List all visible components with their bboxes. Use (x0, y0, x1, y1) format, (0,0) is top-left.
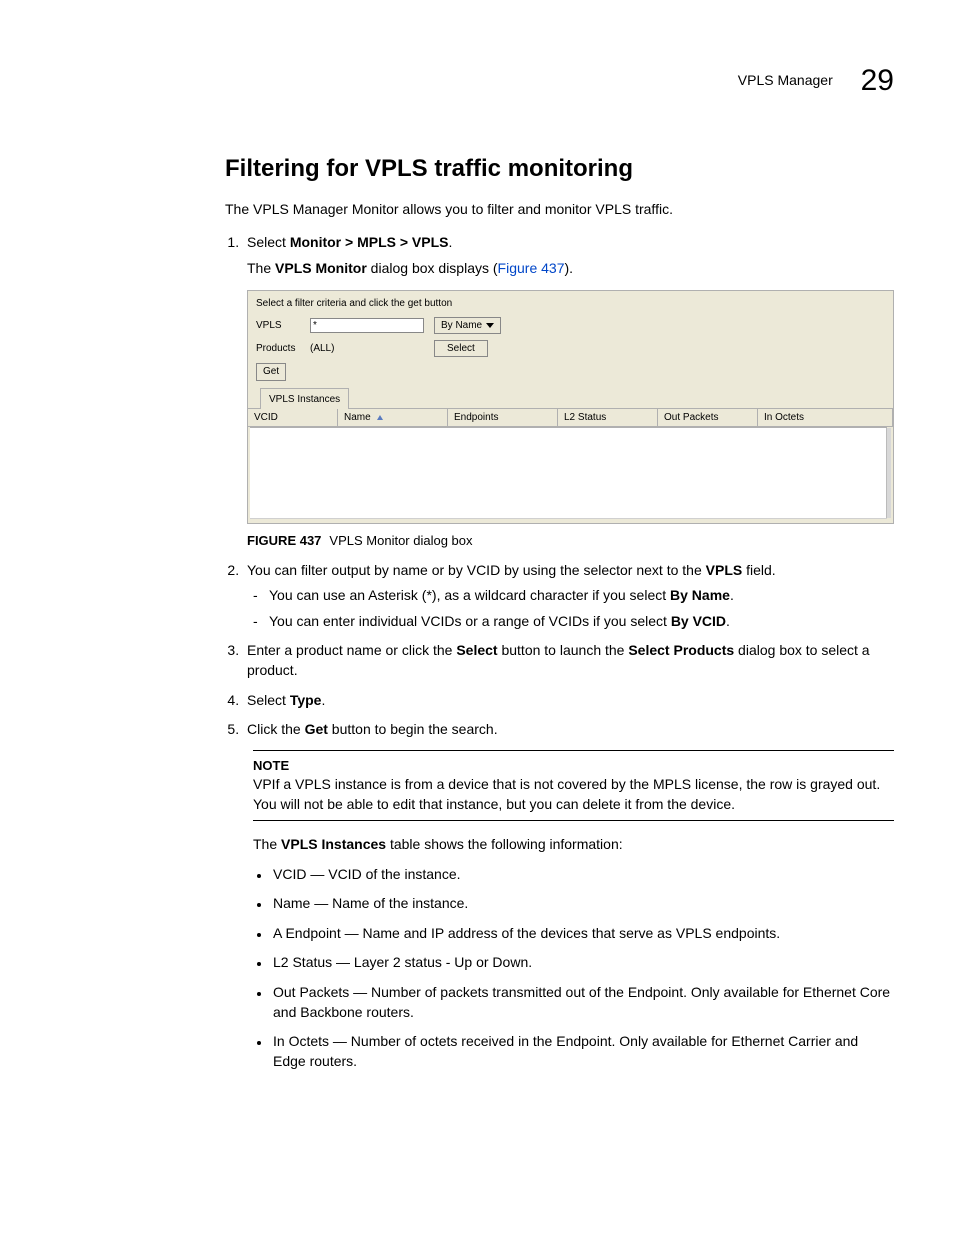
step2-dash-1: You can use an Asterisk (*), as a wildca… (247, 586, 894, 606)
vpls-input[interactable]: * (310, 318, 424, 333)
step2-d1c: . (730, 587, 734, 603)
step-5: Click the Get button to begin the search… (243, 720, 894, 740)
step3-b: Select (456, 642, 497, 658)
step1-lead: Select (247, 234, 290, 250)
followup-a: The (253, 836, 281, 852)
followup-b: VPLS Instances (281, 836, 386, 852)
figure-caption-text: VPLS Monitor dialog box (329, 533, 472, 548)
steps-list: Select Monitor > MPLS > VPLS. The VPLS M… (243, 233, 894, 740)
bullet-l2-status: L2 Status — Layer 2 status - Up or Down. (271, 953, 894, 973)
chapter-number: 29 (861, 64, 894, 97)
note-label: NOTE (253, 757, 894, 775)
step4-c: . (321, 692, 325, 708)
section-title: Filtering for VPLS traffic monitoring (225, 152, 894, 186)
step5-b: Get (305, 721, 328, 737)
col-out-packets[interactable]: Out Packets (658, 409, 758, 427)
step-2: You can filter output by name or by VCID… (243, 561, 894, 632)
step2-d1a: You can use an Asterisk (*), as a wildca… (269, 587, 670, 603)
step1-sub-a: The (247, 260, 275, 276)
step2-b: VPLS (706, 562, 743, 578)
products-value: (ALL) (310, 342, 424, 356)
grid-body (250, 427, 887, 519)
step1-menu-path: Monitor > MPLS > VPLS (290, 234, 449, 250)
step4-b: Type (290, 692, 322, 708)
step2-a: You can filter output by name or by VCID… (247, 562, 706, 578)
figure-number: FIGURE 437 (247, 533, 321, 548)
col-name[interactable]: Name (338, 409, 448, 427)
intro-text: The VPLS Manager Monitor allows you to f… (225, 200, 894, 220)
figure-link[interactable]: Figure 437 (498, 260, 565, 276)
by-name-dropdown[interactable]: By Name (434, 317, 501, 334)
vpls-label: VPLS (256, 319, 310, 333)
col-in-octets[interactable]: In Octets (758, 409, 893, 427)
products-label: Products (256, 342, 310, 356)
step1-sub-d: ). (564, 260, 573, 276)
step1-sub-c: dialog box displays ( (367, 260, 498, 276)
step2-d2b: By VCID (671, 613, 726, 629)
bullet-name: Name — Name of the instance. (271, 894, 894, 914)
note-block: NOTE VPIf a VPLS instance is from a devi… (253, 750, 894, 821)
step5-c: button to begin the search. (328, 721, 498, 737)
sort-asc-icon (377, 415, 383, 420)
step2-d1b: By Name (670, 587, 730, 603)
step3-c: button to launch the (498, 642, 629, 658)
select-button[interactable]: Select (434, 340, 488, 357)
step1-sub: The VPLS Monitor dialog box displays (Fi… (247, 259, 894, 279)
step1-trail: . (449, 234, 453, 250)
figure-437: Select a filter criteria and click the g… (247, 290, 894, 550)
by-name-label: By Name (441, 318, 482, 333)
info-bullets: VCID — VCID of the instance. Name — Name… (271, 865, 894, 1072)
step-4: Select Type. (243, 691, 894, 711)
followup-text: The VPLS Instances table shows the follo… (253, 835, 894, 855)
col-vcid[interactable]: VCID (248, 409, 338, 427)
step3-d: Select Products (628, 642, 734, 658)
step2-d2a: You can enter individual VCIDs or a rang… (269, 613, 671, 629)
page: VPLS Manager 29 Filtering for VPLS traff… (0, 0, 954, 1235)
step-3: Enter a product name or click the Select… (243, 641, 894, 680)
grid-header: VCID Name Endpoints L2 Status Out Packet… (248, 409, 893, 427)
vpls-monitor-dialog: Select a filter criteria and click the g… (247, 290, 894, 524)
chevron-down-icon (486, 323, 494, 328)
note-body: VPIf a VPLS instance is from a device th… (253, 775, 894, 814)
step5-a: Click the (247, 721, 305, 737)
step2-d2c: . (726, 613, 730, 629)
dialog-hint: Select a filter criteria and click the g… (256, 297, 885, 311)
figure-caption: FIGURE 437 VPLS Monitor dialog box (247, 532, 894, 550)
col-endpoints[interactable]: Endpoints (448, 409, 558, 427)
vpls-instances-tab[interactable]: VPLS Instances (260, 388, 349, 409)
col-name-label: Name (344, 412, 371, 423)
bullet-vcid: VCID — VCID of the instance. (271, 865, 894, 885)
step4-a: Select (247, 692, 290, 708)
step2-c: field. (742, 562, 775, 578)
page-header: VPLS Manager 29 (225, 60, 894, 102)
step-1: Select Monitor > MPLS > VPLS. The VPLS M… (243, 233, 894, 550)
grid-region: VCID Name Endpoints L2 Status Out Packet… (248, 408, 893, 519)
header-label: VPLS Manager (738, 72, 833, 88)
bullet-out-packets: Out Packets — Number of packets transmit… (271, 983, 894, 1022)
step2-sublist: You can use an Asterisk (*), as a wildca… (247, 586, 894, 631)
col-l2-status[interactable]: L2 Status (558, 409, 658, 427)
followup-c: table shows the following information: (386, 836, 623, 852)
step1-sub-b: VPLS Monitor (275, 260, 367, 276)
step3-a: Enter a product name or click the (247, 642, 456, 658)
bullet-endpoint: A Endpoint — Name and IP address of the … (271, 924, 894, 944)
step2-dash-2: You can enter individual VCIDs or a rang… (247, 612, 894, 632)
get-button[interactable]: Get (256, 363, 286, 381)
bullet-in-octets: In Octets — Number of octets received in… (271, 1032, 894, 1071)
